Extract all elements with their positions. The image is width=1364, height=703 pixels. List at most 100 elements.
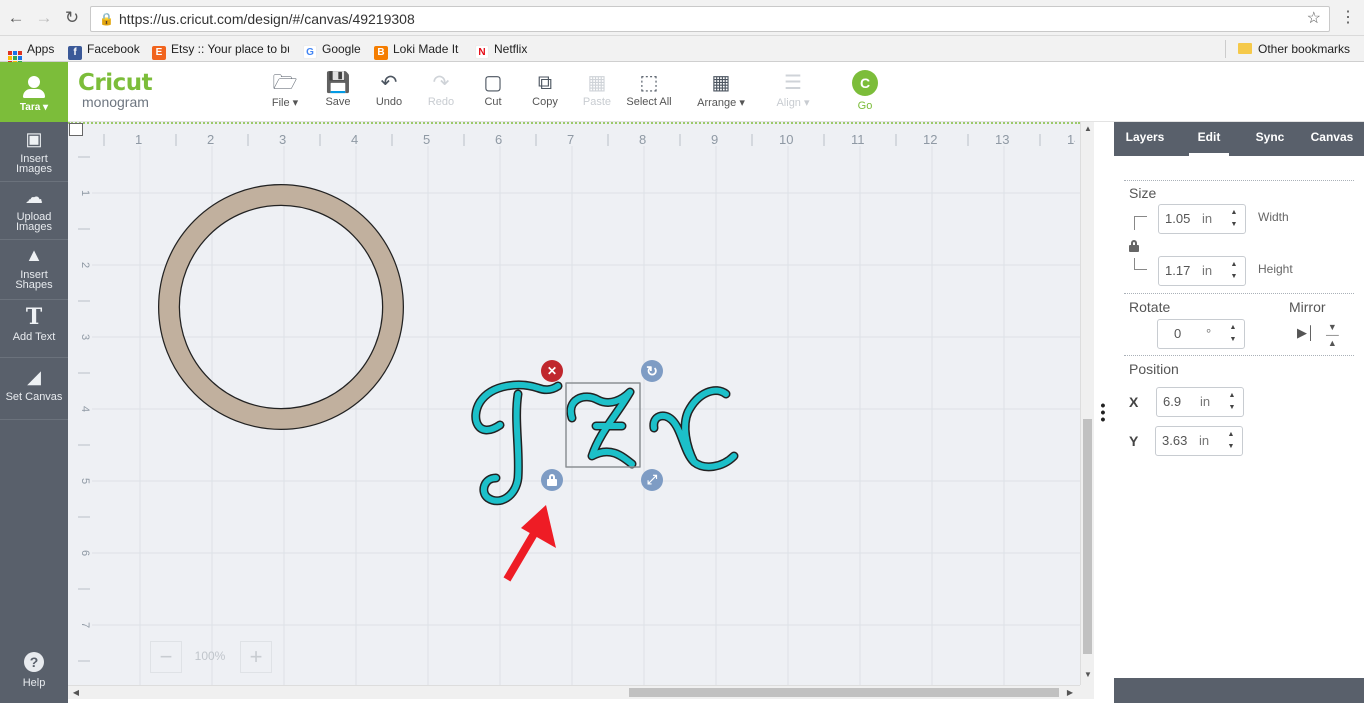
width-stepper[interactable]: ▲ ▼: [1223, 205, 1245, 233]
tab-sync[interactable]: Sync: [1248, 122, 1292, 156]
panel-tabs: Layers Edit Sync Canvas: [1114, 122, 1364, 156]
redo-button[interactable]: ↷ Redo: [426, 70, 456, 114]
tool-label: Cut: [484, 96, 502, 108]
width-field[interactable]: 1.05 in ▲ ▼: [1158, 204, 1246, 234]
rotate-unit: °: [1206, 326, 1212, 341]
bookmark-other[interactable]: Other bookmarks: [1238, 40, 1350, 58]
lock-handle-icon[interactable]: [541, 469, 563, 491]
left-sidebar: Tara ▾ ▣ Insert Images ☁ Upload Images ▲…: [0, 62, 68, 703]
y-position-field[interactable]: 3.63 in ▲ ▼: [1155, 426, 1243, 456]
arrange-button[interactable]: ▦ Arrange ▾: [695, 70, 747, 114]
width-value: 1.05: [1165, 211, 1191, 226]
y-stepper[interactable]: ▲ ▼: [1220, 427, 1242, 455]
align-button[interactable]: ☰ Align ▾: [773, 70, 813, 114]
sidebar-insert-images[interactable]: ▣ Insert Images: [0, 124, 68, 182]
edit-panel: Layers Edit Sync Canvas Size 1.05 in ▲ ▼ …: [1114, 122, 1364, 703]
ruler-tick: 1: [79, 189, 92, 197]
resize-handle-icon[interactable]: ⤢: [641, 469, 663, 491]
sidebar-help[interactable]: ? Help: [0, 652, 68, 689]
height-stepper[interactable]: ▲ ▼: [1223, 257, 1245, 285]
height-field[interactable]: 1.17 in ▲ ▼: [1158, 256, 1246, 286]
zoom-out-button[interactable]: −: [150, 641, 182, 673]
forward-arrow-icon[interactable]: →: [34, 8, 54, 28]
select-all-button[interactable]: ⬚ Select All: [626, 70, 672, 114]
sidebar-label: Add Text: [12, 331, 56, 343]
x-label: X: [1129, 394, 1139, 410]
sidebar-upload-images[interactable]: ☁ Upload Images: [0, 182, 68, 240]
bookmark-label: Netflix: [494, 42, 528, 56]
x-stepper[interactable]: ▲ ▼: [1221, 388, 1243, 416]
tool-label: Undo: [375, 96, 403, 108]
cut-icon: ▢: [483, 72, 503, 94]
scroll-left-arrow-icon[interactable]: ◀: [70, 686, 82, 700]
copy-button[interactable]: ⧉ Copy: [530, 70, 560, 114]
scroll-right-arrow-icon[interactable]: ▶: [1064, 686, 1076, 700]
bookmark-etsy[interactable]: E Etsy :: Your place to bu: [152, 40, 289, 60]
horizontal-scrollbar[interactable]: ◀ ▶: [68, 685, 1080, 699]
x-value: 6.9: [1163, 394, 1182, 409]
cut-button[interactable]: ▢ Cut: [480, 70, 506, 114]
flip-vertical-icon[interactable]: ▼ ── ▲: [1326, 323, 1339, 348]
zoom-level: 100%: [194, 649, 226, 663]
ruler-tick: 4: [351, 132, 359, 147]
sidebar-set-canvas[interactable]: ◢ Set Canvas: [0, 358, 68, 420]
rotate-handle-icon[interactable]: ↻: [641, 360, 663, 382]
rotate-value: 0: [1174, 326, 1182, 341]
ruler-tick: 7: [567, 132, 575, 147]
vertical-scroll-thumb[interactable]: [1083, 419, 1092, 654]
align-icon: ☰: [784, 72, 802, 94]
height-label: Height: [1258, 262, 1293, 276]
bookmark-label: Facebook: [87, 42, 140, 56]
panel-collapse-dots-icon[interactable]: • • •: [1100, 398, 1106, 426]
undo-button[interactable]: ↶ Undo: [374, 70, 404, 114]
folder-icon: [1238, 43, 1252, 54]
cricut-logo: Cricut monogram: [78, 70, 153, 110]
tab-layers[interactable]: Layers: [1122, 122, 1168, 156]
aspect-lock-icon[interactable]: [1129, 240, 1139, 252]
width-unit: in: [1202, 211, 1213, 226]
bookmark-star-icon[interactable]: ☆: [1307, 7, 1321, 31]
user-menu[interactable]: Tara ▾: [0, 62, 68, 122]
ruler-tick: 2: [207, 132, 215, 147]
go-button[interactable]: C Go: [851, 70, 879, 114]
ruler-tick: 6: [79, 549, 92, 557]
y-unit: in: [1199, 433, 1210, 448]
zoom-in-button[interactable]: +: [240, 641, 272, 673]
bookmark-apps[interactable]: Apps: [8, 40, 54, 65]
rotate-stepper[interactable]: ▲ ▼: [1222, 320, 1244, 348]
back-arrow-icon[interactable]: ←: [6, 8, 26, 28]
flip-horizontal-icon[interactable]: ▶│: [1297, 325, 1315, 341]
browser-menu-icon[interactable]: ⋮: [1340, 8, 1356, 28]
x-position-field[interactable]: 6.9 in ▲ ▼: [1156, 387, 1244, 417]
horizontal-scroll-thumb[interactable]: [629, 688, 1059, 697]
save-button[interactable]: 💾 Save: [323, 70, 353, 114]
sidebar-add-text[interactable]: T Add Text: [0, 300, 68, 358]
select-all-icon: ⬚: [639, 72, 659, 94]
bookmark-loki-made-it[interactable]: B Loki Made It: [374, 40, 458, 60]
ruler-tick: 7: [79, 621, 92, 629]
file-button[interactable]: 🗁 File ▾: [268, 70, 302, 114]
bookmark-netflix[interactable]: N Netflix: [475, 40, 528, 59]
google-icon: G: [303, 45, 317, 59]
vertical-scrollbar[interactable]: ▲ ▼: [1080, 122, 1094, 685]
tool-label: Arrange: [697, 97, 737, 109]
sidebar-insert-shapes[interactable]: ▲ Insert Shapes: [0, 240, 68, 300]
user-avatar-icon: [23, 76, 45, 98]
scroll-down-arrow-icon[interactable]: ▼: [1081, 670, 1095, 682]
bookmark-facebook[interactable]: f Facebook: [68, 40, 140, 60]
address-bar[interactable]: 🔒 https://us.cricut.com/design/#/canvas/…: [90, 6, 1330, 32]
folder-open-icon: 🗁: [272, 72, 298, 94]
rotate-field[interactable]: 0 ° ▲ ▼: [1157, 319, 1245, 349]
bookmark-divider: [1225, 40, 1226, 58]
tab-canvas[interactable]: Canvas: [1310, 122, 1354, 156]
paste-button[interactable]: ▦ Paste: [582, 70, 612, 114]
bookmark-google[interactable]: G Google: [303, 40, 361, 59]
sidebar-label: Images: [15, 163, 53, 175]
copy-icon: ⧉: [537, 72, 553, 94]
scroll-up-arrow-icon[interactable]: ▲: [1081, 124, 1095, 136]
sidebar-label: Shapes: [15, 279, 53, 291]
reload-icon[interactable]: ↻: [62, 8, 82, 28]
delete-handle-icon[interactable]: ✕: [541, 360, 563, 382]
shirt-icon: ◢: [27, 367, 41, 387]
tab-edit[interactable]: Edit: [1189, 122, 1229, 156]
